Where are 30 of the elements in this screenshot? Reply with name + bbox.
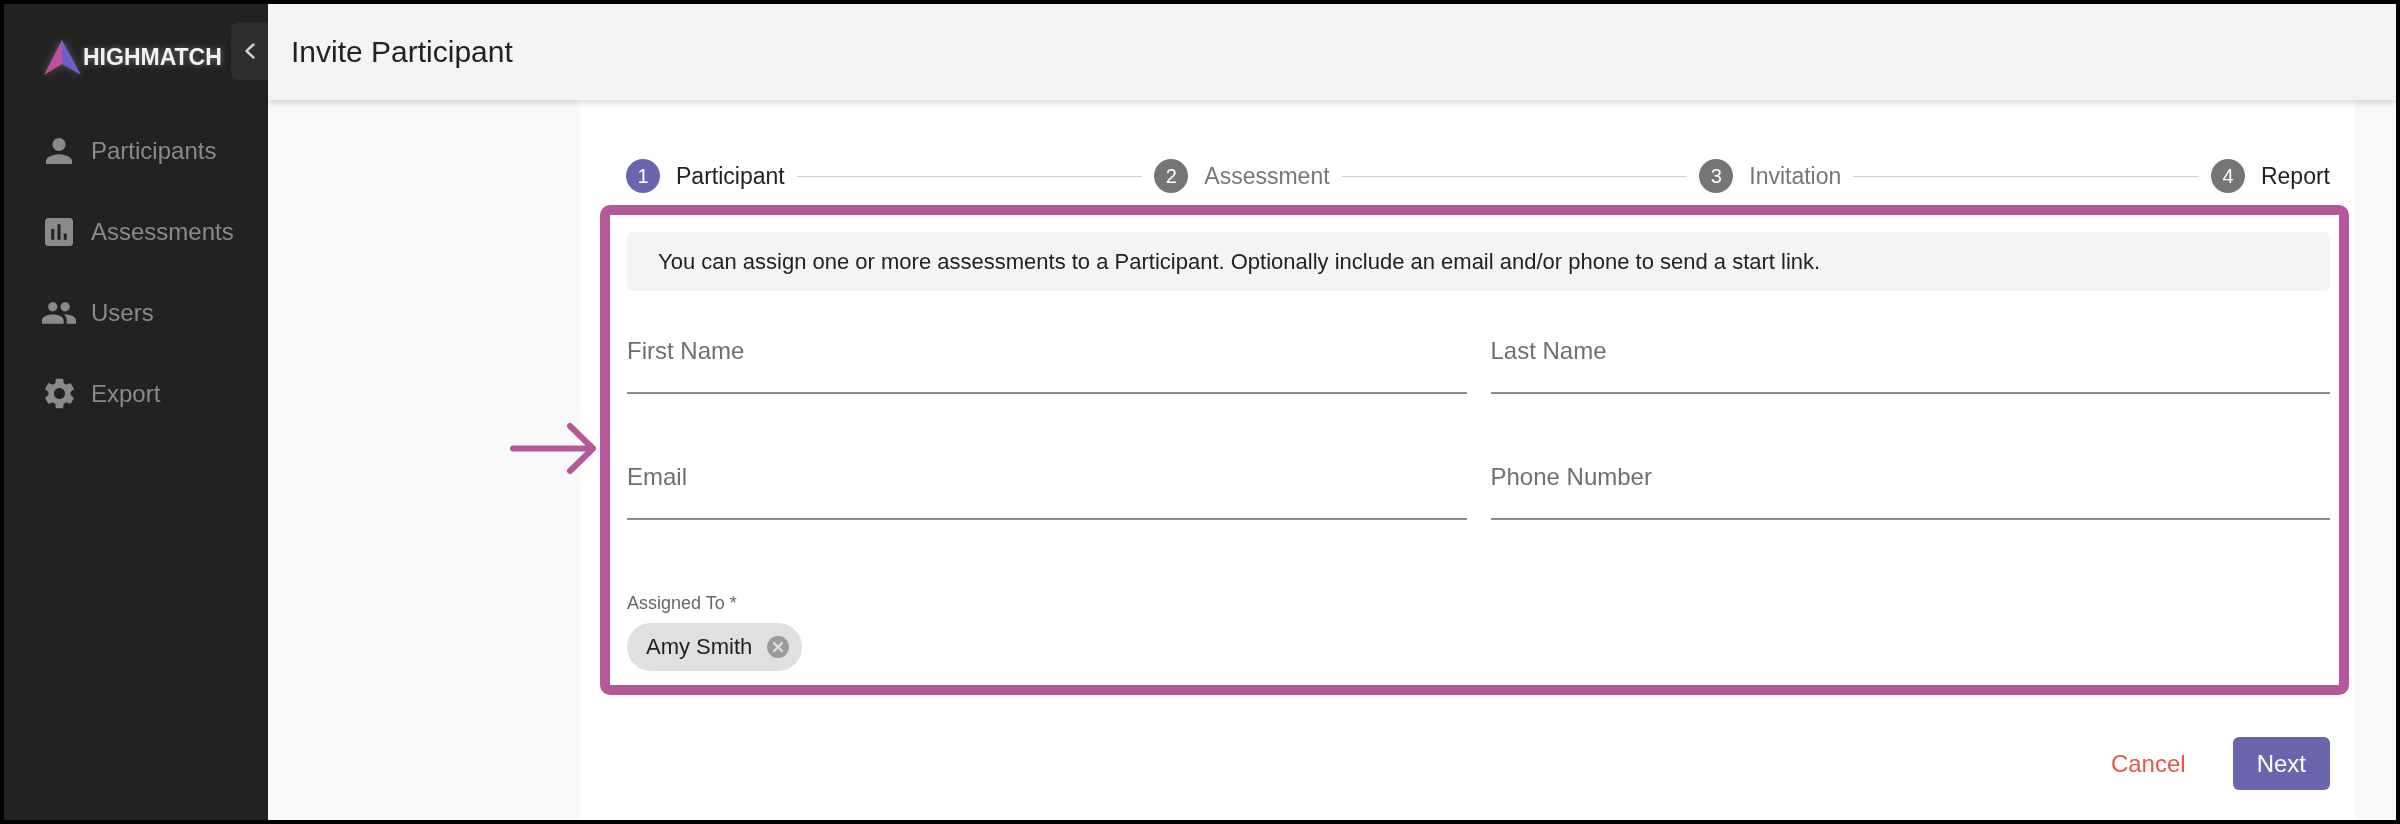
step-label: Assessment [1204,162,1330,190]
step-number: 3 [1699,159,1734,193]
text-field[interactable]: Email [627,441,1467,520]
next-button[interactable]: Next [2232,737,2330,790]
step-number: 1 [626,159,660,193]
collapse-button[interactable] [231,22,268,80]
page-title: Invite Participant [291,35,513,69]
step-number: 4 [2210,159,2245,193]
text-field[interactable]: Phone Number [1490,441,2330,520]
step-label: Report [2260,162,2330,190]
settings-icon [44,378,74,409]
step-number: 2 [1154,159,1189,193]
person-icon [46,137,72,164]
info-banner: You can assign one or more assessments to a Participant. Optionally include an email and/or phone to send a start link. [627,232,2330,291]
cancel-button[interactable]: Cancel [2094,737,2202,790]
field-label: Assigned To * [627,593,737,613]
nav-item[interactable]: Assessments [4,191,268,272]
assignee-chip[interactable]: Amy Smith [627,623,803,671]
logo-icon [44,39,81,75]
brand-name: HIGHMATCH [83,43,222,71]
step-label: Participant [676,162,785,190]
text-field[interactable]: First Name [627,315,1467,394]
step-label: Invitation [1749,162,1842,190]
text-field[interactable]: Last Name [1490,315,2330,394]
nav-item[interactable]: Users [4,272,268,353]
people-icon [42,301,76,324]
chevron-left-icon [244,43,255,59]
bar-chart-icon [45,217,73,246]
nav-item[interactable]: Export [4,353,268,434]
nav-item[interactable]: Participants [4,110,268,191]
